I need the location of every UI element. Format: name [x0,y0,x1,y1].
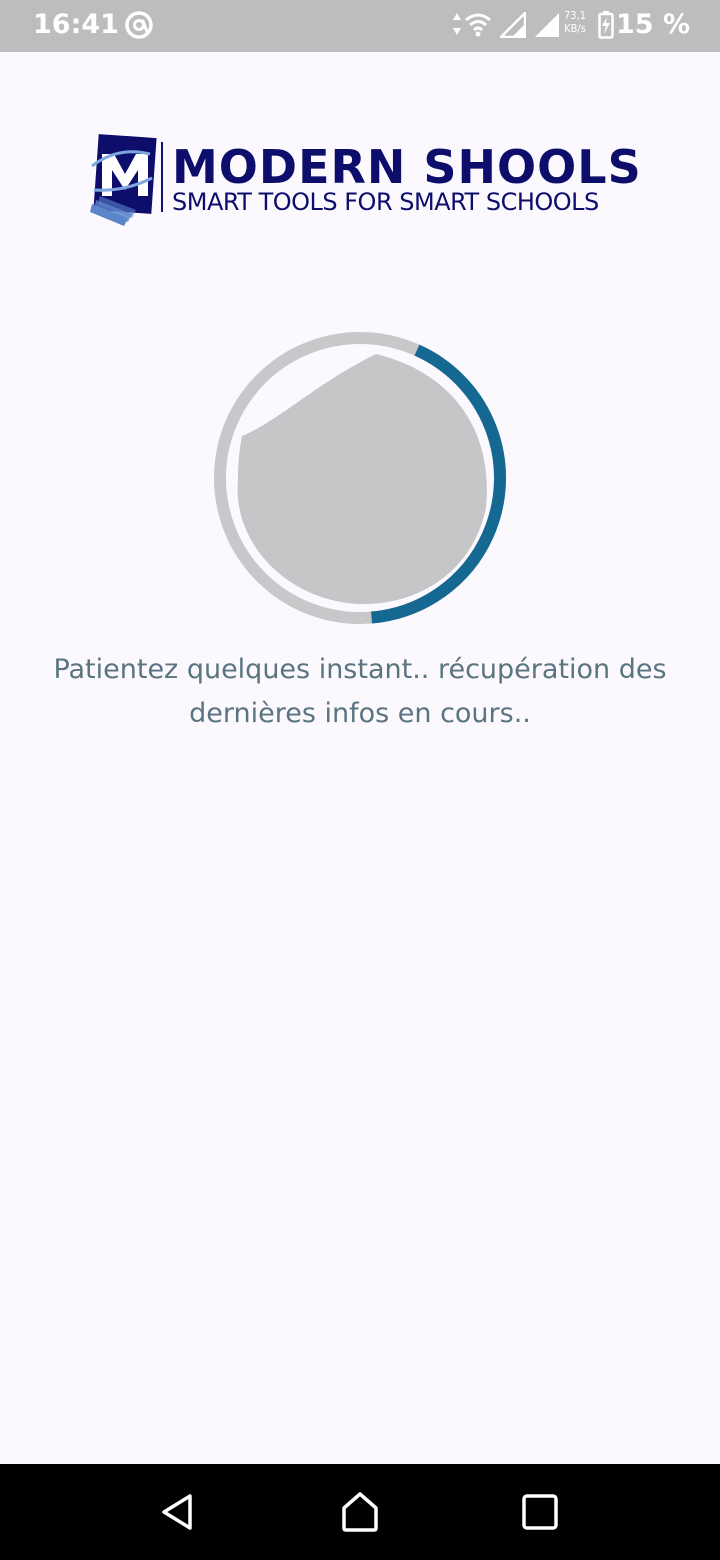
status-time: 16:41 [33,9,119,40]
network-speed-unit: KB/s [564,22,586,35]
loader-fill-blob [237,354,487,605]
logo-divider [161,142,163,212]
signal-icon [500,12,526,38]
logo-mark-icon [90,134,157,226]
battery-percent: 15 % [616,9,691,40]
battery-charging-icon [598,11,614,39]
status-icons: 73,1 KB/s 15 % [430,0,720,52]
loading-message: Patientez quelques instant.. récupératio… [53,654,667,729]
network-speed: 73,1 KB/s [564,9,586,35]
navigation-bar [0,1464,720,1560]
signal-icon [535,13,559,37]
status-bar: 16:41 73,1 KB/s 15 % [0,0,720,52]
network-speed-value: 73,1 [564,9,587,22]
loading-indicator [214,332,506,624]
back-icon[interactable] [154,1488,202,1536]
wifi-icon [465,13,491,37]
app-logo: MODERN SHOOLS SMART TOOLS FOR SMART SCHO… [86,130,666,230]
home-icon[interactable] [336,1488,384,1536]
data-arrows-icon [453,13,461,35]
at-sign-icon [125,11,153,39]
recents-icon[interactable] [516,1488,564,1536]
logo-title: MODERN SHOOLS [172,140,642,194]
logo-subtitle: SMART TOOLS FOR SMART SCHOOLS [172,188,599,216]
